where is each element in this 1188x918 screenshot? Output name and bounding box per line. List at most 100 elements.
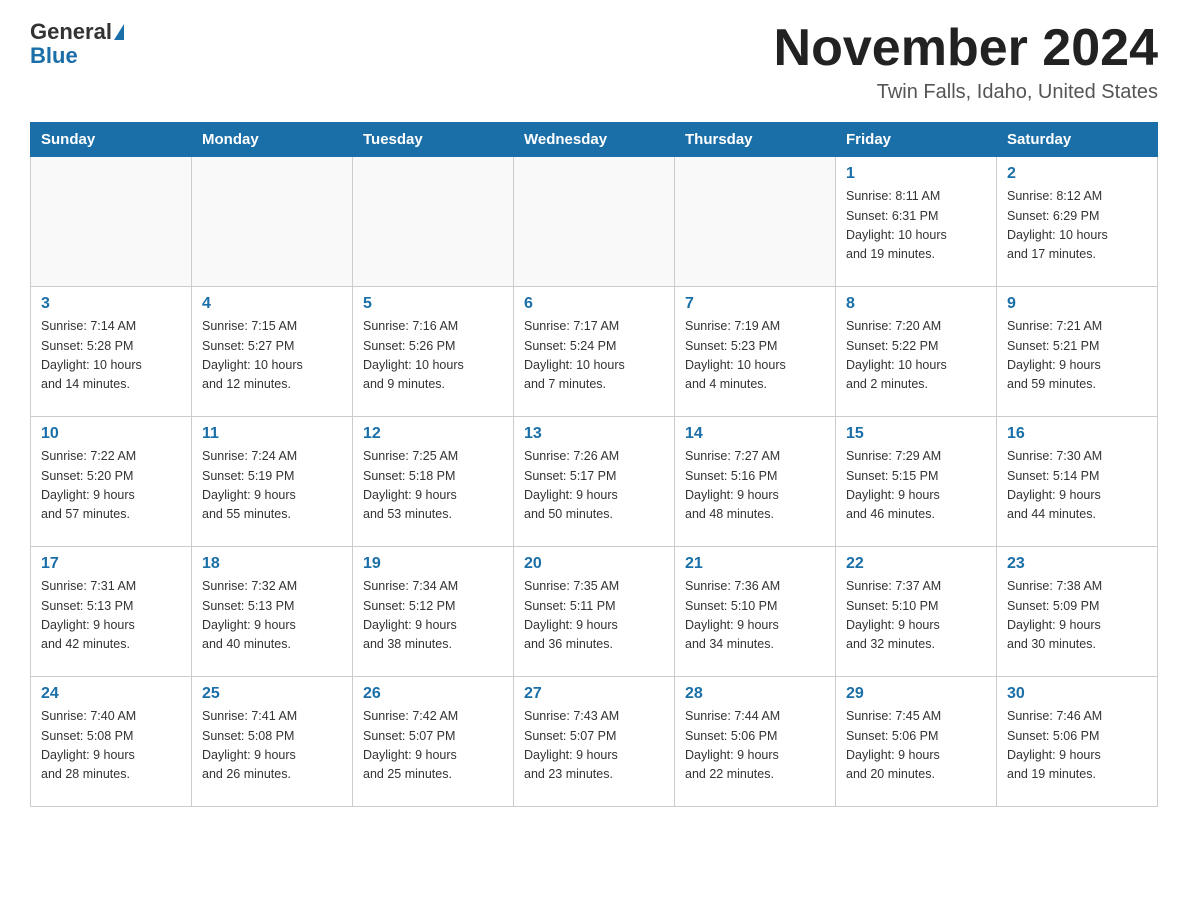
calendar-day-cell: 25 Sunrise: 7:41 AM Sunset: 5:08 PM Dayli…	[192, 677, 353, 807]
day-number: 11	[202, 425, 342, 443]
day-info: Sunrise: 7:29 AM Sunset: 5:15 PM Dayligh…	[846, 447, 986, 525]
day-number: 23	[1007, 555, 1147, 573]
page-header: General Blue November 2024 Twin Falls, I…	[30, 20, 1158, 104]
calendar-day-cell: 26Sunrise: 7:42 AM Sunset: 5:07 PM Dayli…	[353, 677, 514, 807]
calendar-day-cell: 13 Sunrise: 7:26 AM Sunset: 5:17 PM Dayli…	[514, 417, 675, 547]
calendar-day-cell: 24 Sunrise: 7:40 AM Sunset: 5:08 PM Dayli…	[31, 677, 192, 807]
calendar-day-cell: 19 Sunrise: 7:34 AM Sunset: 5:12 PM Dayli…	[353, 547, 514, 677]
day-number: 15	[846, 425, 986, 443]
day-info: Sunrise: 7:31 AM Sunset: 5:13 PM Dayligh…	[41, 577, 181, 655]
day-info: Sunrise: 7:38 AM Sunset: 5:09 PM Dayligh…	[1007, 577, 1147, 655]
calendar-subtitle: Twin Falls, Idaho, United States	[774, 81, 1158, 104]
day-info: Sunrise: 7:21 AM Sunset: 5:21 PM Dayligh…	[1007, 317, 1147, 395]
title-section: November 2024 Twin Falls, Idaho, United …	[774, 20, 1158, 104]
calendar-day-cell: 7 Sunrise: 7:19 AM Sunset: 5:23 PM Daylig…	[675, 287, 836, 417]
logo-blue-text: Blue	[30, 44, 78, 68]
calendar-day-cell: 4 Sunrise: 7:15 AM Sunset: 5:27 PM Daylig…	[192, 287, 353, 417]
calendar-day-cell: 20Sunrise: 7:35 AM Sunset: 5:11 PM Dayli…	[514, 547, 675, 677]
day-info: Sunrise: 7:45 AM Sunset: 5:06 PM Dayligh…	[846, 707, 986, 785]
calendar-day-cell: 14 Sunrise: 7:27 AM Sunset: 5:16 PM Dayli…	[675, 417, 836, 547]
day-info: Sunrise: 7:36 AM Sunset: 5:10 PM Dayligh…	[685, 577, 825, 655]
calendar-day-cell: 11 Sunrise: 7:24 AM Sunset: 5:19 PM Dayli…	[192, 417, 353, 547]
calendar-day-cell: 1 Sunrise: 8:11 AM Sunset: 6:31 PM Daylig…	[836, 157, 997, 287]
day-info: Sunrise: 7:35 AM Sunset: 5:11 PM Dayligh…	[524, 577, 664, 655]
day-number: 13	[524, 425, 664, 443]
logo-general-text: General	[30, 20, 112, 44]
day-info: Sunrise: 7:20 AM Sunset: 5:22 PM Dayligh…	[846, 317, 986, 395]
calendar-day-cell: 6 Sunrise: 7:17 AM Sunset: 5:24 PM Daylig…	[514, 287, 675, 417]
day-info: Sunrise: 7:27 AM Sunset: 5:16 PM Dayligh…	[685, 447, 825, 525]
day-number: 6	[524, 295, 664, 313]
calendar-day-cell: 22 Sunrise: 7:37 AM Sunset: 5:10 PM Dayli…	[836, 547, 997, 677]
day-info: Sunrise: 7:19 AM Sunset: 5:23 PM Dayligh…	[685, 317, 825, 395]
calendar-day-cell: 29Sunrise: 7:45 AM Sunset: 5:06 PM Dayli…	[836, 677, 997, 807]
day-number: 2	[1007, 165, 1147, 183]
day-info: Sunrise: 7:44 AM Sunset: 5:06 PM Dayligh…	[685, 707, 825, 785]
day-number: 25	[202, 685, 342, 703]
calendar-week-row: 10Sunrise: 7:22 AM Sunset: 5:20 PM Dayli…	[31, 417, 1158, 547]
day-number: 27	[524, 685, 664, 703]
calendar-week-row: 3Sunrise: 7:14 AM Sunset: 5:28 PM Daylig…	[31, 287, 1158, 417]
day-info: Sunrise: 7:16 AM Sunset: 5:26 PM Dayligh…	[363, 317, 503, 395]
calendar-week-row: 24 Sunrise: 7:40 AM Sunset: 5:08 PM Dayli…	[31, 677, 1158, 807]
day-info: Sunrise: 7:32 AM Sunset: 5:13 PM Dayligh…	[202, 577, 342, 655]
day-number: 19	[363, 555, 503, 573]
calendar-day-cell: 9 Sunrise: 7:21 AM Sunset: 5:21 PM Daylig…	[997, 287, 1158, 417]
calendar-day-cell: 2Sunrise: 8:12 AM Sunset: 6:29 PM Daylig…	[997, 157, 1158, 287]
day-number: 5	[363, 295, 503, 313]
day-number: 1	[846, 165, 986, 183]
day-number: 4	[202, 295, 342, 313]
calendar-day-cell: 3Sunrise: 7:14 AM Sunset: 5:28 PM Daylig…	[31, 287, 192, 417]
calendar-day-cell	[31, 157, 192, 287]
logo: General Blue	[30, 20, 124, 68]
day-number: 9	[1007, 295, 1147, 313]
day-info: Sunrise: 8:11 AM Sunset: 6:31 PM Dayligh…	[846, 187, 986, 265]
calendar-day-cell	[192, 157, 353, 287]
day-info: Sunrise: 7:24 AM Sunset: 5:19 PM Dayligh…	[202, 447, 342, 525]
calendar-day-cell: 28 Sunrise: 7:44 AM Sunset: 5:06 PM Dayli…	[675, 677, 836, 807]
calendar-day-cell	[353, 157, 514, 287]
day-info: Sunrise: 7:26 AM Sunset: 5:17 PM Dayligh…	[524, 447, 664, 525]
day-of-week-header: Monday	[192, 123, 353, 157]
calendar-day-cell: 12 Sunrise: 7:25 AM Sunset: 5:18 PM Dayli…	[353, 417, 514, 547]
day-number: 28	[685, 685, 825, 703]
day-info: Sunrise: 7:22 AM Sunset: 5:20 PM Dayligh…	[41, 447, 181, 525]
day-number: 22	[846, 555, 986, 573]
calendar-week-row: 1 Sunrise: 8:11 AM Sunset: 6:31 PM Daylig…	[31, 157, 1158, 287]
day-number: 12	[363, 425, 503, 443]
day-number: 18	[202, 555, 342, 573]
day-info: Sunrise: 7:15 AM Sunset: 5:27 PM Dayligh…	[202, 317, 342, 395]
day-number: 14	[685, 425, 825, 443]
calendar-table: SundayMondayTuesdayWednesdayThursdayFrid…	[30, 122, 1158, 807]
calendar-week-row: 17Sunrise: 7:31 AM Sunset: 5:13 PM Dayli…	[31, 547, 1158, 677]
day-info: Sunrise: 7:37 AM Sunset: 5:10 PM Dayligh…	[846, 577, 986, 655]
calendar-day-cell: 16 Sunrise: 7:30 AM Sunset: 5:14 PM Dayli…	[997, 417, 1158, 547]
calendar-day-cell: 23 Sunrise: 7:38 AM Sunset: 5:09 PM Dayli…	[997, 547, 1158, 677]
calendar-day-cell: 15 Sunrise: 7:29 AM Sunset: 5:15 PM Dayli…	[836, 417, 997, 547]
day-number: 8	[846, 295, 986, 313]
day-of-week-header: Saturday	[997, 123, 1158, 157]
day-info: Sunrise: 7:42 AM Sunset: 5:07 PM Dayligh…	[363, 707, 503, 785]
calendar-day-cell: 27Sunrise: 7:43 AM Sunset: 5:07 PM Dayli…	[514, 677, 675, 807]
day-number: 16	[1007, 425, 1147, 443]
day-number: 7	[685, 295, 825, 313]
calendar-day-cell	[514, 157, 675, 287]
day-number: 24	[41, 685, 181, 703]
day-info: Sunrise: 7:40 AM Sunset: 5:08 PM Dayligh…	[41, 707, 181, 785]
calendar-day-cell: 5 Sunrise: 7:16 AM Sunset: 5:26 PM Daylig…	[353, 287, 514, 417]
logo-triangle-icon	[114, 24, 124, 40]
day-info: Sunrise: 7:30 AM Sunset: 5:14 PM Dayligh…	[1007, 447, 1147, 525]
day-number: 21	[685, 555, 825, 573]
calendar-day-cell: 21 Sunrise: 7:36 AM Sunset: 5:10 PM Dayli…	[675, 547, 836, 677]
day-info: Sunrise: 7:17 AM Sunset: 5:24 PM Dayligh…	[524, 317, 664, 395]
day-info: Sunrise: 7:14 AM Sunset: 5:28 PM Dayligh…	[41, 317, 181, 395]
day-info: Sunrise: 7:25 AM Sunset: 5:18 PM Dayligh…	[363, 447, 503, 525]
day-of-week-header: Tuesday	[353, 123, 514, 157]
day-info: Sunrise: 7:41 AM Sunset: 5:08 PM Dayligh…	[202, 707, 342, 785]
calendar-day-cell: 10Sunrise: 7:22 AM Sunset: 5:20 PM Dayli…	[31, 417, 192, 547]
day-of-week-header: Wednesday	[514, 123, 675, 157]
day-info: Sunrise: 7:34 AM Sunset: 5:12 PM Dayligh…	[363, 577, 503, 655]
calendar-day-cell: 17Sunrise: 7:31 AM Sunset: 5:13 PM Dayli…	[31, 547, 192, 677]
day-of-week-header: Friday	[836, 123, 997, 157]
calendar-day-cell: 30Sunrise: 7:46 AM Sunset: 5:06 PM Dayli…	[997, 677, 1158, 807]
